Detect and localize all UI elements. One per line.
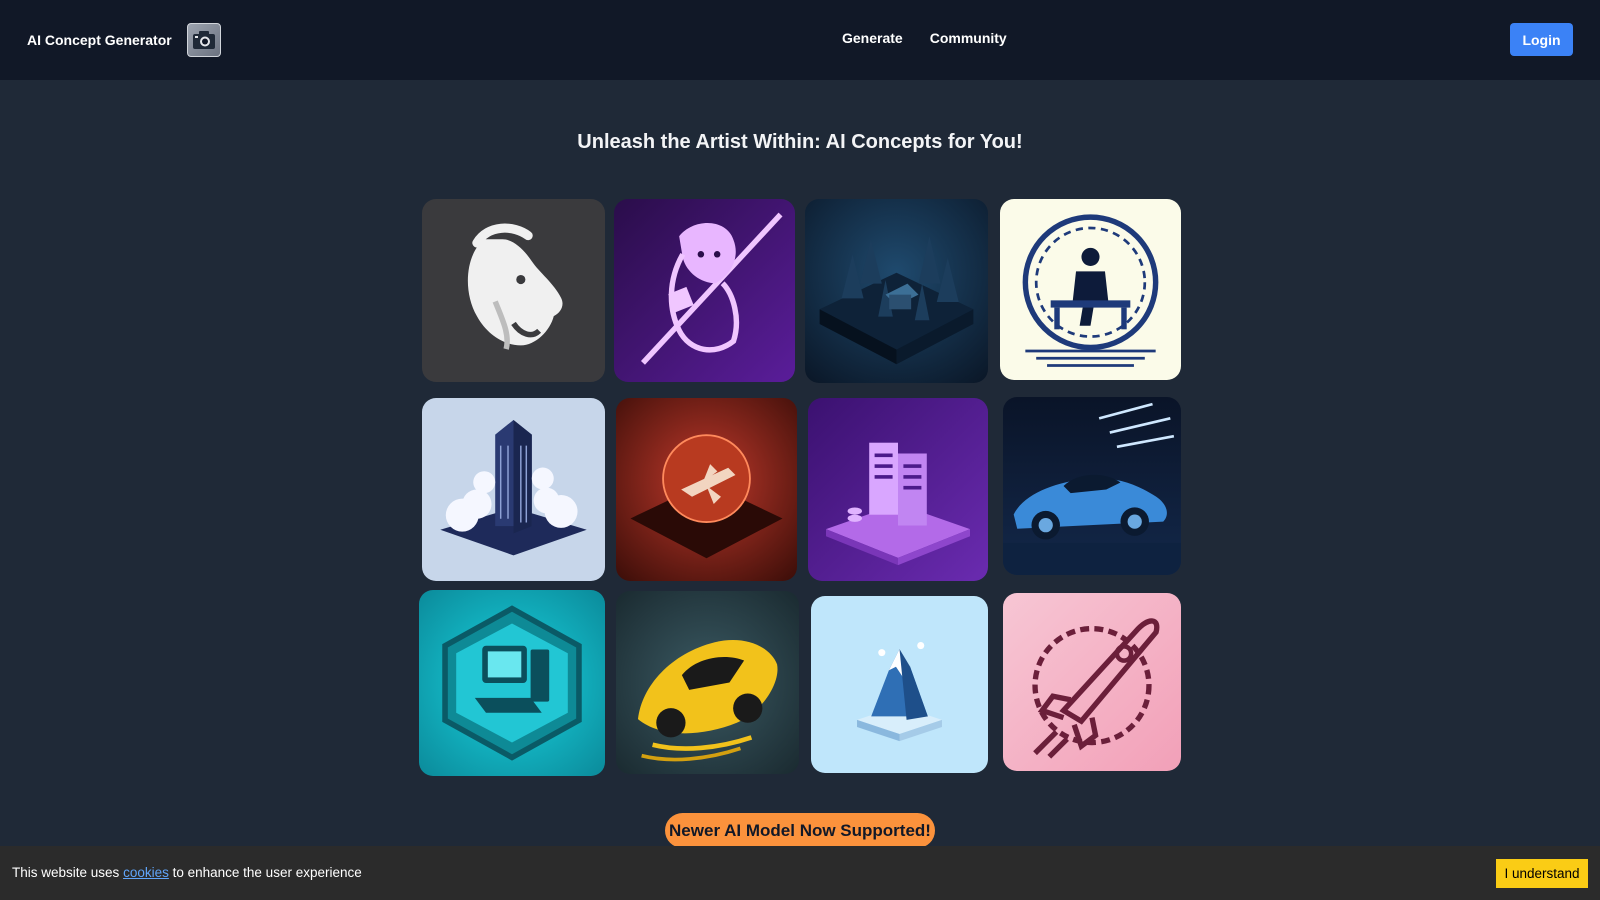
computer-icon <box>442 605 582 761</box>
nav-generate[interactable]: Generate <box>842 30 903 46</box>
gallery-tile-bench-emblem[interactable] <box>1000 199 1181 380</box>
brand-name[interactable]: AI Concept Generator <box>27 32 172 48</box>
gallery-tile-hex-computer[interactable] <box>419 590 605 776</box>
camera-icon[interactable] <box>186 23 221 57</box>
gallery-tile-server-racks[interactable] <box>808 398 988 581</box>
gallery-tile-anime-swordsman[interactable] <box>614 199 795 382</box>
nav-community[interactable]: Community <box>930 30 1007 46</box>
cookie-text-after: to enhance the user experience <box>172 865 362 880</box>
gallery-tile-skyscraper[interactable] <box>422 398 605 581</box>
spaceship-planet-icon <box>630 434 783 559</box>
race-car-icon <box>637 639 778 762</box>
gallery-tile-race-car[interactable] <box>616 591 799 774</box>
brand[interactable]: AI Concept Generator <box>27 23 221 57</box>
cookie-accept-button[interactable]: I understand <box>1496 859 1588 888</box>
ice-mountain-icon <box>857 642 942 742</box>
rocket-icon <box>1032 618 1160 759</box>
cookie-message: This website uses cookies to enhance the… <box>12 865 362 880</box>
swordsman-icon <box>640 212 783 365</box>
cookie-text-before: This website uses <box>12 865 120 880</box>
gallery-tile-forest-cabin[interactable] <box>805 199 988 383</box>
login-button[interactable]: Login <box>1510 23 1573 56</box>
gallery-tile-goat[interactable] <box>422 199 605 382</box>
goat-icon <box>467 223 563 350</box>
server-icon <box>826 442 970 566</box>
forest-cabin-icon <box>819 236 974 365</box>
gallery-tile-ice-mountain[interactable] <box>811 596 988 773</box>
gallery-tile-rocket-emblem[interactable] <box>1003 593 1181 771</box>
cookie-consent-bar: This website uses cookies to enhance the… <box>0 846 1600 900</box>
main-nav: Generate Community <box>842 30 1007 46</box>
announcement-banner[interactable]: Newer AI Model Now Supported! <box>665 813 935 848</box>
sports-car-icon <box>1003 402 1181 575</box>
top-navbar: AI Concept Generator Generate Community … <box>0 0 1600 80</box>
bench-emblem-icon <box>1022 214 1159 367</box>
hero-title: Unleash the Artist Within: AI Concepts f… <box>577 131 1023 153</box>
cookies-link[interactable]: cookies <box>123 865 169 880</box>
gallery-tile-sports-car[interactable] <box>1003 397 1181 575</box>
skyscraper-icon <box>440 419 587 556</box>
gallery-tile-spaceship-planet[interactable] <box>616 398 797 581</box>
